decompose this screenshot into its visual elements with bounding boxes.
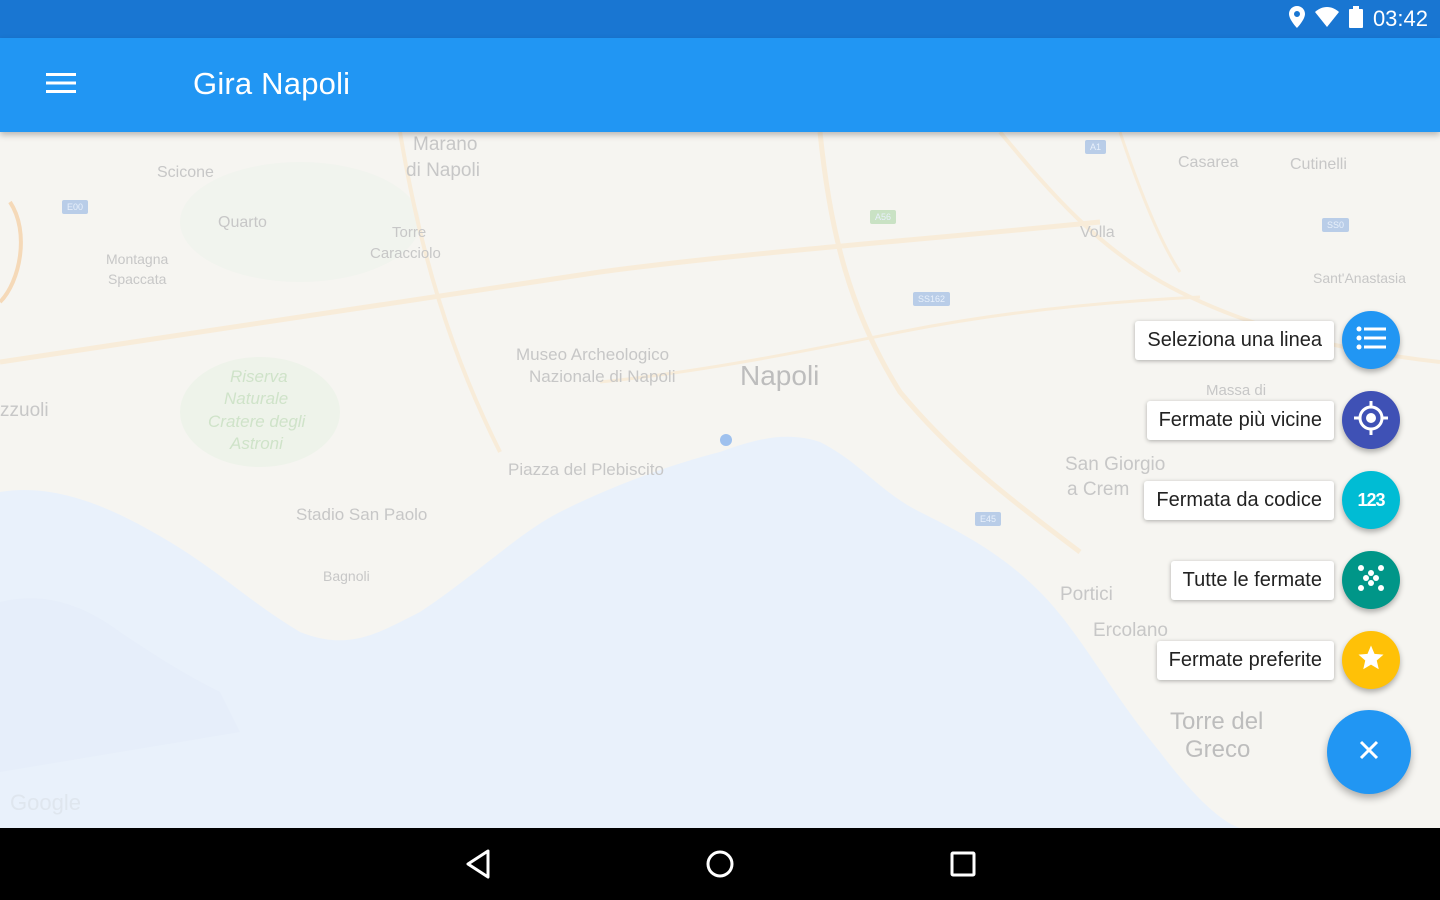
map-label: zzuoli <box>0 400 49 421</box>
fab-label[interactable]: Seleziona una linea <box>1135 320 1334 360</box>
fab-mini-button[interactable]: 123 <box>1342 471 1400 529</box>
location-dot <box>720 434 732 446</box>
home-icon <box>705 849 735 884</box>
recents-button[interactable] <box>943 846 983 886</box>
fab-label[interactable]: Tutte le fermate <box>1170 560 1334 600</box>
map-label-napoli: Napoli <box>740 360 820 391</box>
road-shield: A1 <box>1085 140 1107 154</box>
fab-label[interactable]: Fermate più vicine <box>1146 400 1334 440</box>
home-button[interactable] <box>700 846 740 886</box>
map-label: Stadio San Paolo <box>296 505 428 524</box>
map-label: Riserva <box>230 367 288 386</box>
status-bar: 03:42 <box>0 0 1440 38</box>
map-label: Cratere degli <box>208 412 306 431</box>
status-time: 03:42 <box>1372 6 1428 31</box>
fab-label[interactable]: Fermate preferite <box>1156 640 1334 680</box>
map-label: Piazza del Plebiscito <box>508 460 664 479</box>
map-label: Cutinelli <box>1290 156 1347 173</box>
location-icon <box>1288 5 1305 33</box>
back-button[interactable] <box>458 846 498 886</box>
road-shield: E45 <box>975 512 1002 526</box>
map-label: Naturale <box>224 389 289 408</box>
map-label: Montagna <box>106 251 169 267</box>
fab-mini-button[interactable] <box>1342 311 1400 369</box>
road-shield: SS0 <box>1322 218 1350 232</box>
map-label: Scicone <box>157 164 214 181</box>
menu-icon <box>46 72 76 99</box>
map-label: Quarto <box>218 214 267 231</box>
map-label: Marano <box>413 134 478 155</box>
fab-label[interactable]: Fermata da codice <box>1144 480 1334 520</box>
back-icon <box>465 849 491 884</box>
battery-icon <box>1348 5 1363 33</box>
fab-item-seleziona-linea[interactable]: Seleziona una linea <box>1135 311 1400 369</box>
map-label: Casarea <box>1178 154 1239 171</box>
app-title: Gira Napoli <box>193 66 351 101</box>
wifi-icon <box>1314 6 1339 32</box>
map-label: Greco <box>1185 736 1251 763</box>
star-icon <box>1356 643 1386 678</box>
close-icon <box>1359 740 1379 765</box>
status-icons: 03:42 <box>1288 0 1428 38</box>
road-shield: A56 <box>870 210 897 224</box>
map-label: Caracciolo <box>370 245 441 262</box>
map-label: Spaccata <box>108 271 167 287</box>
google-logo: Google <box>10 790 81 815</box>
map-label: a Crem <box>1067 479 1130 500</box>
fab-item-tutte-fermate[interactable]: Tutte le fermate <box>1170 551 1400 609</box>
fab-mini-button[interactable] <box>1342 391 1400 449</box>
road-shield: SS162 <box>913 292 951 306</box>
recents-icon <box>949 850 977 883</box>
nav-bar <box>0 828 1440 900</box>
fab-item-fermate-vicine[interactable]: Fermate più vicine <box>1146 391 1400 449</box>
fab-close-button[interactable] <box>1327 710 1411 794</box>
road-shield: E00 <box>62 200 89 214</box>
map-label: Torre <box>392 224 427 241</box>
menu-button[interactable] <box>34 60 88 110</box>
list-icon <box>1356 326 1386 355</box>
fab-mini-button[interactable] <box>1342 631 1400 689</box>
map-label: Sant'Anastasia <box>1313 270 1406 286</box>
map-label: di Napoli <box>406 160 480 181</box>
map-label: Museo Archeologico <box>516 345 670 364</box>
fab-mini-button[interactable] <box>1342 551 1400 609</box>
map-label: Nazionale di Napoli <box>529 367 676 386</box>
map-label: Astroni <box>230 434 283 453</box>
gps-target-icon <box>1354 400 1388 440</box>
map-label: Bagnoli <box>323 568 370 584</box>
map-label: Volla <box>1080 224 1115 241</box>
fab-item-fermata-codice[interactable]: Fermata da codice 123 <box>1144 471 1400 529</box>
map-label: Portici <box>1060 584 1113 605</box>
map-label: Torre del <box>1170 708 1264 735</box>
app-bar: Gira Napoli <box>0 38 1440 132</box>
fab-item-fermate-preferite[interactable]: Fermate preferite <box>1156 631 1400 689</box>
dots-grid-icon <box>1357 564 1385 597</box>
numeric-123-icon: 123 <box>1357 489 1385 510</box>
